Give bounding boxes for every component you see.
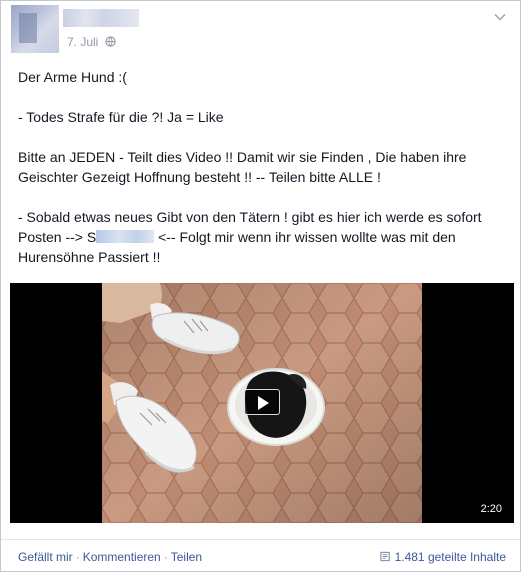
post-line: - Todes Strafe für die ?! Ja = Like [18, 109, 224, 125]
post-line-suffix: <-- Folgt mir wenn ihr wissen wollte was… [154, 229, 456, 245]
post-line: Bitte an JEDEN - Teilt dies Video !! Dam… [18, 149, 467, 165]
share-link[interactable]: Teilen [171, 550, 202, 564]
post-line: Hurensöhne Passiert !! [18, 249, 161, 265]
shares-count-link[interactable]: 1.481 geteilte Inhalte [379, 550, 506, 564]
action-separator: · [163, 550, 168, 564]
post-date[interactable]: 7. Juli [67, 35, 98, 49]
play-button[interactable] [244, 389, 280, 415]
post-text: Der Arme Hund :( - Todes Strafe für die … [18, 67, 508, 267]
shares-count: 1.481 geteilte Inhalte [394, 550, 506, 564]
redacted-handle-link[interactable] [96, 230, 155, 243]
comment-link[interactable]: Kommentieren [83, 550, 161, 564]
post-line-prefix: Posten --> S [18, 229, 97, 245]
post-actions: Gefällt mir · Kommentieren · Teilen [18, 550, 202, 564]
video-player[interactable]: 2:20 [10, 283, 514, 523]
video-duration: 2:20 [480, 503, 502, 515]
post-line: Posten --> S <-- Folgt mir wenn ihr wiss… [18, 227, 508, 247]
post-line: - Sobald etwas neues Gibt von den Tätern… [18, 209, 482, 225]
globe-icon [105, 36, 116, 47]
chevron-down-icon[interactable] [494, 13, 506, 21]
share-icon [379, 551, 390, 562]
post-card: 7. Juli Der Arme Hund :( - Todes Strafe … [0, 0, 521, 572]
post-line: Geischter Gezeigt Hoffnung besteht !! --… [18, 169, 381, 185]
post-line: Der Arme Hund :( [18, 69, 127, 85]
like-link[interactable]: Gefällt mir [18, 550, 73, 564]
avatar[interactable] [11, 5, 59, 53]
author-name-redacted[interactable] [63, 9, 139, 27]
post-footer: Gefällt mir · Kommentieren · Teilen 1.481 ge… [1, 539, 520, 571]
action-separator: · [75, 550, 80, 564]
